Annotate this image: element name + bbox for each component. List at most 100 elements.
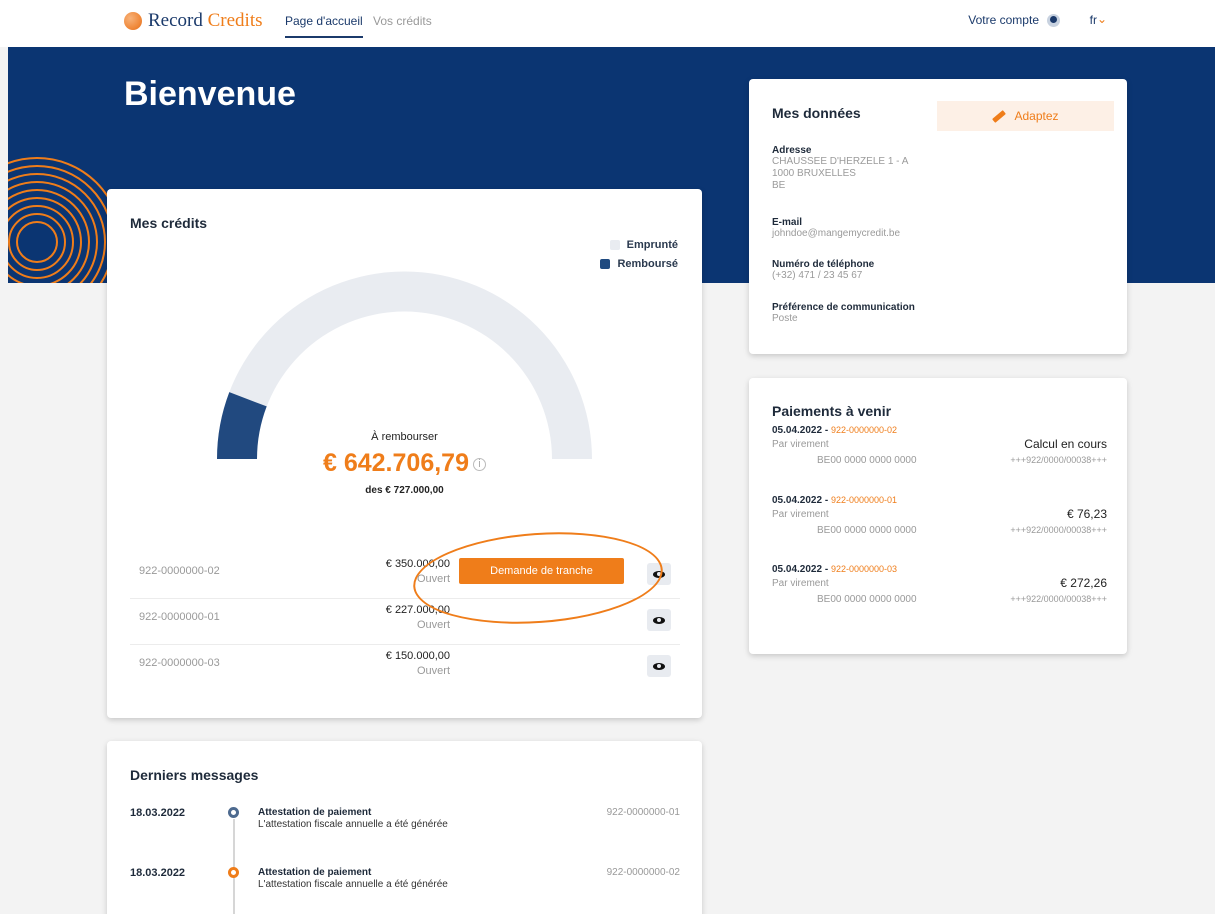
message-item[interactable]: 18.03.2022 Attestation de paiement L'att… <box>130 867 680 907</box>
payment-date: 05.04.2022 <box>772 495 823 506</box>
legend-item-borrowed: Emprunté <box>600 239 678 251</box>
logo[interactable]: Record Credits <box>124 10 263 32</box>
eye-icon <box>653 616 665 624</box>
payment-amount: € 76,23 <box>1066 507 1107 521</box>
credits-title: Mes crédits <box>130 215 208 231</box>
view-credit-button[interactable] <box>647 563 671 585</box>
credit-ref: 922-0000000-01 <box>139 611 220 623</box>
payment-date: 05.04.2022 <box>772 564 823 575</box>
credit-amount: € 350.000,00 <box>385 558 450 570</box>
payment-iban: BE00 0000 0000 0000 <box>817 455 917 466</box>
payment-amount: € 272,26 <box>1060 576 1107 590</box>
email-field: E-mail johndoe@mangemycredit.be <box>772 217 900 240</box>
email-value: johndoe@mangemycredit.be <box>772 228 901 239</box>
edit-data-label: Adaptez <box>1014 109 1059 123</box>
logo-icon <box>124 12 142 30</box>
message-title: Attestation de paiement <box>258 807 372 818</box>
view-credit-button[interactable] <box>647 655 671 677</box>
payment-item: 05.04.2022 - 922-0000000-02 Par virement… <box>772 425 1107 466</box>
credit-row: 922-0000000-02 € 350.000,00 Ouvert Deman… <box>130 553 680 599</box>
info-icon[interactable]: i <box>472 457 486 471</box>
phone-label: Numéro de téléphone <box>772 259 875 270</box>
payment-ref: 922-0000000-03 <box>830 564 898 574</box>
communication-preference-label: Préférence de communication <box>772 302 915 313</box>
credit-status: Ouvert <box>416 665 450 677</box>
payment-item: 05.04.2022 - 922-0000000-03 Par virement… <box>772 564 1107 605</box>
email-label: E-mail <box>772 217 803 228</box>
legend-swatch-borrowed <box>609 240 620 250</box>
credit-ref: 922-0000000-02 <box>139 565 220 577</box>
pencil-icon <box>992 109 1007 123</box>
remaining-amount-value: € 642.706,79 <box>323 449 469 477</box>
remaining-amount: € 642.706,79 i <box>107 449 702 478</box>
legend-label-borrowed: Emprunté <box>626 239 678 251</box>
payment-amount: Calcul en cours <box>1024 437 1107 451</box>
latest-messages-card: Derniers messages 18.03.2022 Attestation… <box>107 741 702 914</box>
account-menu[interactable]: Votre compte <box>968 13 1060 27</box>
eye-icon <box>653 662 665 670</box>
user-avatar-icon <box>1047 13 1060 27</box>
payment-method: Par virement <box>772 439 829 450</box>
legend-item-repaid: Remboursé <box>600 258 678 270</box>
top-navigation: Record Credits Page d'accueil Vos crédit… <box>0 0 1215 47</box>
payment-ref: 922-0000000-02 <box>830 425 898 435</box>
credit-ref: 922-0000000-03 <box>139 657 220 669</box>
payment-iban: BE00 0000 0000 0000 <box>817 525 917 536</box>
request-tranche-button[interactable]: Demande de tranche <box>459 558 624 584</box>
page-title: Bienvenue <box>124 75 296 113</box>
remaining-label: À rembourser <box>371 431 438 443</box>
communication-preference-value: Poste <box>772 313 798 324</box>
account-label: Votre compte <box>968 13 1039 27</box>
address-line-1: CHAUSSEE D'HERZELE 1 - A <box>772 156 909 167</box>
total-amount: des € 727.000,00 <box>365 485 444 496</box>
nav-home-link[interactable]: Page d'accueil <box>285 14 363 38</box>
address-field: Adresse CHAUSSEE D'HERZELE 1 - A 1000 BR… <box>772 145 908 192</box>
communication-preference-field: Préférence de communication Poste <box>772 302 915 325</box>
personal-data-card: Mes données Adaptez Adresse CHAUSSEE D'H… <box>749 79 1127 354</box>
credit-status: Ouvert <box>416 573 450 585</box>
eye-icon <box>653 570 665 578</box>
credit-amount: € 227.000,00 <box>385 604 450 616</box>
edit-data-button[interactable]: Adaptez <box>937 101 1114 131</box>
address-line-3: BE <box>772 180 786 191</box>
timeline-dot-icon <box>228 867 239 878</box>
address-line-2: 1000 BRUXELLES <box>772 168 856 179</box>
chart-legend: Emprunté Remboursé <box>600 239 678 277</box>
payment-ref: 922-0000000-01 <box>830 495 898 505</box>
message-date: 18.03.2022 <box>130 807 186 819</box>
nav-credits-link[interactable]: Vos crédits <box>373 14 432 28</box>
payment-item: 05.04.2022 - 922-0000000-01 Par virement… <box>772 495 1107 536</box>
message-item[interactable]: 18.03.2022 Attestation de paiement L'att… <box>130 807 680 847</box>
message-date: 18.03.2022 <box>130 867 186 879</box>
upcoming-payments-title: Paiements à venir <box>772 403 892 419</box>
latest-messages-title: Derniers messages <box>130 767 259 783</box>
payment-iban: BE00 0000 0000 0000 <box>817 594 917 605</box>
phone-field: Numéro de téléphone (+32) 471 / 23 45 67 <box>772 259 874 282</box>
payment-date: 05.04.2022 <box>772 425 823 436</box>
credit-row: 922-0000000-03 € 150.000,00 Ouvert <box>130 645 680 691</box>
phone-value: (+32) 471 / 23 45 67 <box>772 270 863 281</box>
payment-method: Par virement <box>772 509 829 520</box>
address-label: Adresse <box>772 145 812 156</box>
credits-card: Mes crédits Emprunté Remboursé À rembour… <box>107 189 702 718</box>
timeline-dot-icon <box>228 807 239 818</box>
logo-text-credits: Credits <box>207 10 263 31</box>
payment-communication: +++922/0000/00038+++ <box>1010 455 1107 465</box>
legend-swatch-repaid <box>600 259 611 269</box>
credit-status: Ouvert <box>416 619 450 631</box>
language-selector[interactable]: fr <box>1090 13 1097 27</box>
view-credit-button[interactable] <box>647 609 671 631</box>
legend-label-repaid: Remboursé <box>617 258 678 270</box>
logo-text-record: Record <box>148 10 203 31</box>
message-ref: 922-0000000-02 <box>606 867 680 878</box>
upcoming-payments-card: Paiements à venir 05.04.2022 - 922-00000… <box>749 378 1127 654</box>
message-subtitle: L'attestation fiscale annuelle a été gén… <box>258 879 448 890</box>
message-title: Attestation de paiement <box>258 867 372 878</box>
message-subtitle: L'attestation fiscale annuelle a été gén… <box>258 819 448 830</box>
payment-method: Par virement <box>772 578 829 589</box>
payment-communication: +++922/0000/00038+++ <box>1010 594 1107 604</box>
personal-data-title: Mes données <box>772 105 861 121</box>
chevron-down-icon[interactable]: ⌄ <box>1097 12 1107 26</box>
credit-amount: € 150.000,00 <box>385 650 450 662</box>
message-ref: 922-0000000-01 <box>606 807 680 818</box>
